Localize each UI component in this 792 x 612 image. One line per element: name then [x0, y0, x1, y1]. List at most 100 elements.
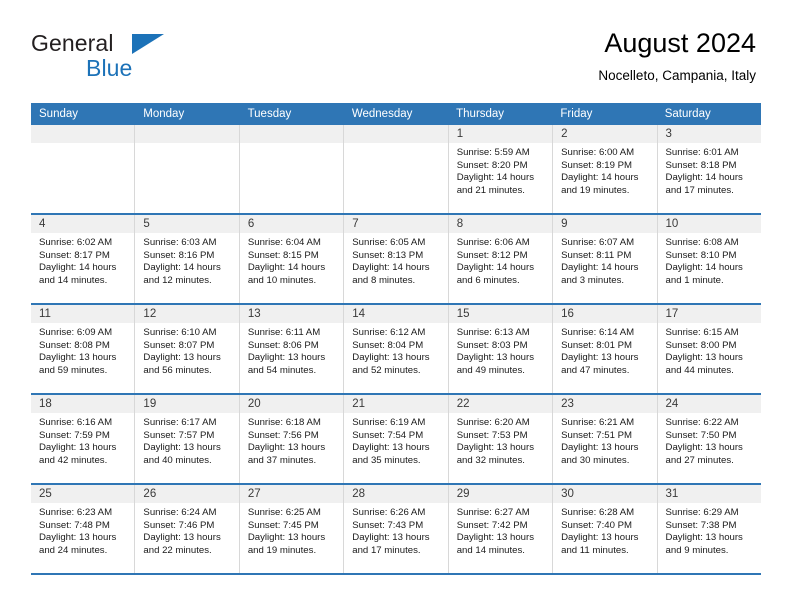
calendar-page: General Blue August 2024 Nocelleto, Camp…: [0, 0, 792, 612]
calendar-day-cell[interactable]: 4 Sunrise: 6:02 AM Sunset: 8:17 PM Daylight…: [31, 215, 136, 303]
sunrise-text: Sunrise: 6:27 AM: [456, 507, 530, 518]
calendar-day-cell[interactable]: 12 Sunrise: 6:10 AM Sunset: 8:07 PM Dayligh…: [135, 305, 240, 393]
day-details: Sunrise: 6:12 AM Sunset: 8:04 PM Daylight:…: [344, 323, 447, 377]
calendar-day-cell[interactable]: 24 Sunrise: 6:22 AM Sunset: 7:50 PM Dayligh…: [657, 395, 761, 483]
calendar-day-cell[interactable]: 14 Sunrise: 6:12 AM Sunset: 8:04 PM Dayligh…: [344, 305, 449, 393]
calendar-day-cell[interactable]: 3 Sunrise: 6:01 AM Sunset: 8:18 PM Daylight…: [657, 125, 761, 213]
sunrise-text: Sunrise: 6:16 AM: [39, 417, 113, 428]
daylight-text: Daylight: 14 hours and 19 minutes.: [561, 172, 639, 196]
daylight-text: Daylight: 13 hours and 37 minutes.: [247, 442, 326, 466]
sunrise-text: Sunrise: 6:10 AM: [143, 327, 217, 338]
sunset-text: Sunset: 8:17 PM: [39, 249, 110, 261]
calendar-week-row: 18 Sunrise: 6:16 AM Sunset: 7:59 PM Dayligh…: [31, 395, 761, 485]
daylight-text: Daylight: 14 hours and 1 minute.: [665, 262, 743, 286]
calendar-day-cell[interactable]: 28 Sunrise: 6:26 AM Sunset: 7:43 PM Dayligh…: [344, 485, 449, 573]
daylight-text: Daylight: 14 hours and 10 minutes.: [247, 262, 326, 286]
daylight-text: Daylight: 14 hours and 14 minutes.: [39, 262, 117, 286]
page-header: General Blue August 2024 Nocelleto, Camp…: [0, 0, 792, 83]
page-subtitle: Nocelleto, Campania, Italy: [598, 68, 756, 84]
day-number: 23: [553, 395, 657, 413]
day-number: 15: [448, 305, 553, 323]
daylight-text: Daylight: 14 hours and 17 minutes.: [665, 172, 743, 196]
day-number: 22: [448, 395, 553, 413]
calendar-day-cell[interactable]: 29 Sunrise: 6:27 AM Sunset: 7:42 PM Dayligh…: [448, 485, 554, 573]
sunset-text: Sunset: 7:56 PM: [247, 429, 319, 441]
calendar-day-cell[interactable]: 19 Sunrise: 6:17 AM Sunset: 7:57 PM Dayligh…: [135, 395, 240, 483]
day-number: 12: [135, 305, 239, 323]
day-number: 2: [553, 125, 657, 143]
day-details: Sunrise: 6:03 AM Sunset: 8:16 PM Daylight:…: [135, 233, 238, 287]
calendar-day-cell[interactable]: 9 Sunrise: 6:07 AM Sunset: 8:11 PM Daylight…: [553, 215, 658, 303]
day-number: [344, 125, 448, 143]
brand-logo[interactable]: General Blue: [31, 32, 211, 80]
day-details: Sunrise: 6:25 AM Sunset: 7:45 PM Daylight:…: [240, 503, 343, 557]
calendar-day-cell[interactable]: 27 Sunrise: 6:25 AM Sunset: 7:45 PM Dayligh…: [239, 485, 345, 573]
sunrise-text: Sunrise: 6:00 AM: [561, 147, 635, 158]
day-details: Sunrise: 6:14 AM Sunset: 8:01 PM Daylight:…: [553, 323, 656, 377]
sunrise-text: Sunrise: 6:20 AM: [456, 417, 530, 428]
daylight-text: Daylight: 13 hours and 30 minutes.: [561, 442, 639, 466]
calendar-day-cell[interactable]: 25 Sunrise: 6:23 AM Sunset: 7:48 PM Dayligh…: [31, 485, 136, 573]
daylight-text: Daylight: 13 hours and 40 minutes.: [143, 442, 221, 466]
day-details: Sunrise: 6:21 AM Sunset: 7:51 PM Daylight:…: [553, 413, 656, 467]
calendar-day-cell[interactable]: 5 Sunrise: 6:03 AM Sunset: 8:16 PM Daylight…: [135, 215, 240, 303]
sunset-text: Sunset: 7:57 PM: [143, 429, 215, 441]
calendar-day-cell[interactable]: 8 Sunrise: 6:06 AM Sunset: 8:12 PM Daylight…: [448, 215, 554, 303]
calendar-day-cell[interactable]: 16 Sunrise: 6:14 AM Sunset: 8:01 PM Dayligh…: [553, 305, 658, 393]
sunset-text: Sunset: 8:06 PM: [247, 339, 319, 351]
sunset-text: Sunset: 7:46 PM: [143, 519, 215, 531]
day-details: Sunrise: 6:27 AM Sunset: 7:42 PM Daylight:…: [449, 503, 552, 557]
calendar-day-cell[interactable]: 7 Sunrise: 6:05 AM Sunset: 8:13 PM Daylight…: [344, 215, 449, 303]
day-details: Sunrise: 6:04 AM Sunset: 8:15 PM Daylight:…: [240, 233, 343, 287]
day-number: 19: [135, 395, 239, 413]
calendar-grid: Sunday Monday Tuesday Wednesday Thursday Frid…: [31, 103, 761, 575]
day-number: 1: [448, 125, 553, 143]
day-number: 3: [657, 125, 761, 143]
sunset-text: Sunset: 8:11 PM: [561, 249, 632, 261]
daylight-text: Daylight: 13 hours and 19 minutes.: [247, 532, 326, 556]
daylight-text: Daylight: 13 hours and 27 minutes.: [665, 442, 743, 466]
calendar-day-cell[interactable]: 15 Sunrise: 6:13 AM Sunset: 8:03 PM Dayligh…: [448, 305, 554, 393]
calendar-day-cell[interactable]: 18 Sunrise: 6:16 AM Sunset: 7:59 PM Dayligh…: [31, 395, 136, 483]
calendar-day-cell[interactable]: 20 Sunrise: 6:18 AM Sunset: 7:56 PM Dayligh…: [239, 395, 345, 483]
calendar-day-cell[interactable]: 2 Sunrise: 6:00 AM Sunset: 8:19 PM Daylight…: [553, 125, 658, 213]
calendar-day-cell[interactable]: 23 Sunrise: 6:21 AM Sunset: 7:51 PM Dayligh…: [553, 395, 658, 483]
calendar-day-cell[interactable]: 10 Sunrise: 6:08 AM Sunset: 8:10 PM Dayligh…: [657, 215, 761, 303]
calendar-day-cell[interactable]: 21 Sunrise: 6:19 AM Sunset: 7:54 PM Dayligh…: [344, 395, 449, 483]
sunrise-text: Sunrise: 6:17 AM: [143, 417, 217, 428]
day-details: Sunrise: 6:11 AM Sunset: 8:06 PM Daylight:…: [240, 323, 343, 377]
calendar-day-cell[interactable]: 1 Sunrise: 5:59 AM Sunset: 8:20 PM Daylight…: [448, 125, 554, 213]
day-number: 5: [135, 215, 239, 233]
day-number: 27: [239, 485, 344, 503]
day-details: Sunrise: 6:26 AM Sunset: 7:43 PM Daylight:…: [344, 503, 447, 557]
calendar-day-cell-empty: [135, 125, 240, 213]
calendar-day-cell[interactable]: 11 Sunrise: 6:09 AM Sunset: 8:08 PM Dayligh…: [31, 305, 136, 393]
calendar-day-cell-empty: [344, 125, 449, 213]
sunrise-text: Sunrise: 6:08 AM: [665, 237, 739, 248]
calendar-day-cell[interactable]: 30 Sunrise: 6:28 AM Sunset: 7:40 PM Dayligh…: [553, 485, 658, 573]
sunrise-text: Sunrise: 6:03 AM: [143, 237, 217, 248]
calendar-day-cell[interactable]: 31 Sunrise: 6:29 AM Sunset: 7:38 PM Dayligh…: [657, 485, 761, 573]
calendar-day-cell[interactable]: 26 Sunrise: 6:24 AM Sunset: 7:46 PM Dayligh…: [135, 485, 240, 573]
sunrise-text: Sunrise: 6:26 AM: [352, 507, 426, 518]
sunset-text: Sunset: 8:10 PM: [665, 249, 737, 261]
day-number: 9: [553, 215, 657, 233]
calendar-day-cell[interactable]: 22 Sunrise: 6:20 AM Sunset: 7:53 PM Dayligh…: [448, 395, 554, 483]
calendar-day-cell[interactable]: 13 Sunrise: 6:11 AM Sunset: 8:06 PM Dayligh…: [239, 305, 345, 393]
day-number: 31: [657, 485, 761, 503]
calendar-day-cell-empty: [239, 125, 345, 213]
sunset-text: Sunset: 8:12 PM: [456, 249, 528, 261]
calendar-day-cell[interactable]: 6 Sunrise: 6:04 AM Sunset: 8:15 PM Daylight…: [239, 215, 345, 303]
calendar-day-cell[interactable]: 17 Sunrise: 6:15 AM Sunset: 8:00 PM Dayligh…: [657, 305, 761, 393]
sunrise-text: Sunrise: 6:22 AM: [665, 417, 739, 428]
sunset-text: Sunset: 7:51 PM: [561, 429, 633, 441]
daylight-text: Daylight: 13 hours and 17 minutes.: [352, 532, 430, 556]
day-number: 10: [657, 215, 761, 233]
day-number: 18: [31, 395, 135, 413]
day-number: 29: [448, 485, 553, 503]
day-details: Sunrise: 6:08 AM Sunset: 8:10 PM Daylight:…: [658, 233, 761, 287]
sunset-text: Sunset: 8:20 PM: [456, 159, 528, 171]
brand-name-general: General: [31, 30, 114, 56]
day-details: Sunrise: 6:05 AM Sunset: 8:13 PM Daylight:…: [344, 233, 447, 287]
sunrise-text: Sunrise: 5:59 AM: [456, 147, 530, 158]
